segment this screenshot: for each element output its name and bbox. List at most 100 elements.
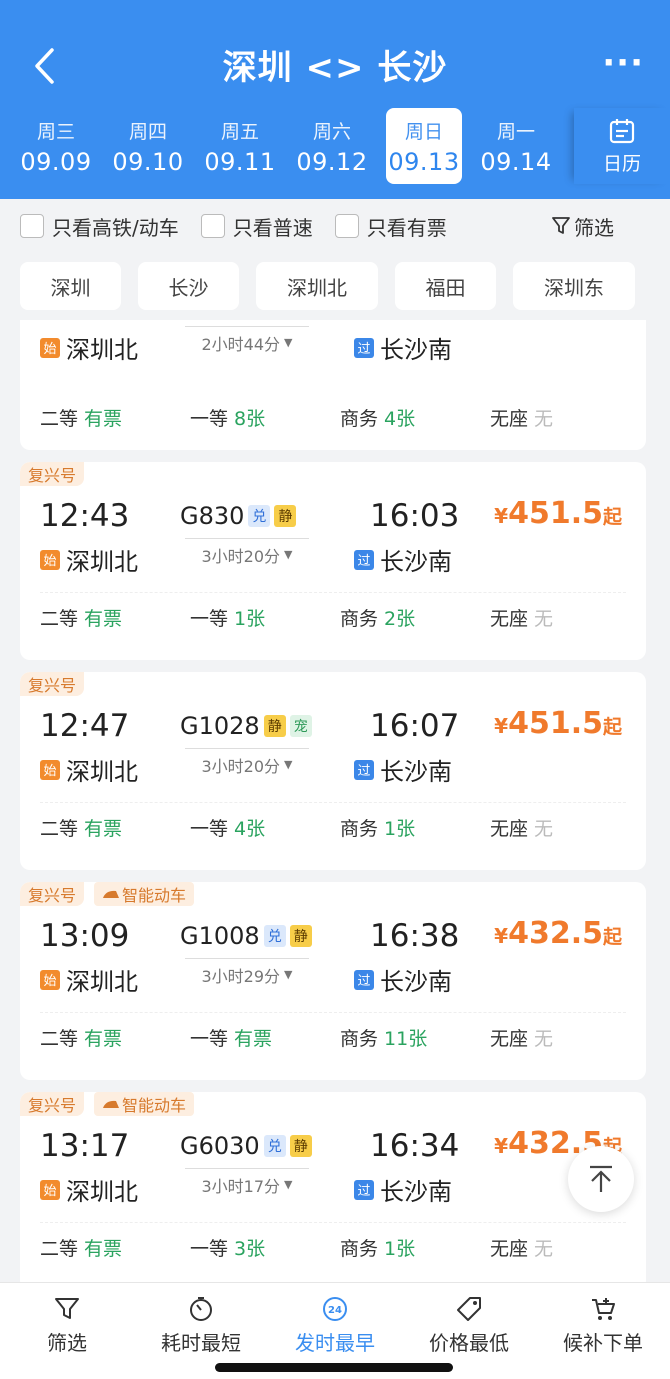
train-card[interactable]: 复兴号 12:47 G1028 静宠 16:07 ¥451.5起 始深圳北 3小时… xyxy=(20,672,646,870)
date-tab[interactable]: 周四 09.10 xyxy=(102,108,194,184)
badge-quiet: 静 xyxy=(263,715,286,737)
date-weekday: 周六 xyxy=(312,120,351,143)
price: ¥451.5起 xyxy=(494,496,622,531)
train-card[interactable]: 复兴号 智能动车 13:09 G1008 兑静 16:38 ¥432.5起 始深圳北… xyxy=(20,882,646,1080)
start-station-icon: 始 xyxy=(40,549,60,570)
date-tab-selected[interactable]: 周日 09.13 xyxy=(386,108,462,184)
price-value: 451.5 xyxy=(508,706,603,741)
train-number-text: G830 xyxy=(180,502,245,530)
train-number-text: G1028 xyxy=(180,712,260,740)
seat-second-class: 二等 有票 xyxy=(40,814,190,841)
price-currency: ¥ xyxy=(494,924,509,948)
price-currency: ¥ xyxy=(494,504,509,528)
train-icon xyxy=(103,1100,120,1108)
checkbox-box xyxy=(334,214,359,238)
date-tab[interactable]: 周三 09.09 xyxy=(10,108,102,184)
divider xyxy=(40,802,626,803)
price: ¥451.5起 xyxy=(494,706,622,741)
seat-availability: 二等 有票 一等 1张 商务 2张 无座无 xyxy=(40,604,640,631)
departure-station: 始深圳北 xyxy=(40,330,138,365)
departure-station: 始深圳北 xyxy=(40,962,138,997)
fuxing-tag: 复兴号 xyxy=(20,1092,85,1116)
chevron-down-icon: ▼ xyxy=(284,548,293,561)
station-chip[interactable]: 深圳 xyxy=(20,262,121,310)
train-card[interactable]: 复兴号 智能动车 13:17 G6030 兑静 16:34 ¥432.5起 始深圳北… xyxy=(20,1092,646,1282)
seat-label: 一等 xyxy=(190,408,229,430)
duration[interactable]: 3小时20分 ▼ xyxy=(185,538,309,570)
filter-high-speed-checkbox[interactable]: 只看高铁/动车 xyxy=(20,212,179,241)
date-value: 09.09 xyxy=(20,147,92,176)
filter-button[interactable]: 筛选 xyxy=(552,212,614,241)
price-currency: ¥ xyxy=(494,1134,509,1158)
arrival-station-name: 长沙南 xyxy=(380,968,452,996)
date-tab[interactable]: 周一 09.14 xyxy=(470,108,562,184)
station-chips: 深圳 长沙 深圳北 福田 深圳东 xyxy=(20,262,652,310)
station-chip[interactable]: 深圳北 xyxy=(256,262,378,310)
seat-second-class: 二等 有票 xyxy=(40,404,190,431)
date-value: 09.12 xyxy=(296,147,368,176)
date-value: 09.13 xyxy=(388,147,460,176)
filter-normal-checkbox[interactable]: 只看普速 xyxy=(200,212,313,241)
start-station-icon: 始 xyxy=(40,759,60,780)
duration[interactable]: 2小时44分 ▼ xyxy=(185,326,309,358)
station-chip[interactable]: 福田 xyxy=(395,262,496,310)
arrival-station: 过长沙南 xyxy=(354,752,452,787)
tag-row: 复兴号 智能动车 xyxy=(20,1092,195,1116)
more-menu-button[interactable]: ··· xyxy=(602,46,644,80)
calendar-button[interactable]: 日历 xyxy=(574,108,670,184)
funnel-icon xyxy=(552,217,570,234)
duration[interactable]: 3小时29分 ▼ xyxy=(185,958,309,990)
date-tab[interactable]: 周六 09.12 xyxy=(286,108,378,184)
price-tag-icon xyxy=(457,1297,481,1321)
bottom-nav-label: 候补下单 xyxy=(563,1331,643,1355)
divider xyxy=(40,592,626,593)
seat-label: 一等 xyxy=(190,1238,229,1260)
seat-standing: 无座无 xyxy=(490,404,640,431)
duration[interactable]: 3小时20分 ▼ xyxy=(185,748,309,780)
price-suffix: 起 xyxy=(602,506,622,528)
checkbox-box xyxy=(20,214,44,238)
checkbox-label: 只看普速 xyxy=(232,215,313,240)
filter-available-checkbox[interactable]: 只看有票 xyxy=(334,212,447,241)
seat-value: 有票 xyxy=(84,608,123,630)
train-number: G1028 静宠 xyxy=(180,712,312,740)
duration-text: 3小时29分 xyxy=(201,966,281,986)
departure-station-name: 深圳北 xyxy=(66,548,138,576)
pass-station-icon: 过 xyxy=(354,759,374,780)
badge-quiet: 静 xyxy=(289,1135,312,1157)
filter-button-label: 筛选 xyxy=(574,215,614,240)
scroll-to-top-button[interactable] xyxy=(568,1146,634,1212)
station-chip[interactable]: 深圳东 xyxy=(513,262,635,310)
bottom-nav-waitlist[interactable]: 候补下单 xyxy=(536,1283,670,1379)
seat-value: 无 xyxy=(534,408,554,430)
bottom-nav-filter[interactable]: 筛选 xyxy=(0,1283,134,1379)
date-tab[interactable]: 周五 09.11 xyxy=(194,108,286,184)
clock-icon xyxy=(190,1297,212,1321)
duration[interactable]: 3小时17分 ▼ xyxy=(185,1168,309,1200)
smart-emu-tag: 智能动车 xyxy=(94,882,195,906)
pass-station-icon: 过 xyxy=(354,969,374,990)
seat-value: 无 xyxy=(534,1238,554,1260)
duration-text: 3小时20分 xyxy=(201,756,281,776)
seat-label: 二等 xyxy=(40,608,79,630)
seat-value: 有票 xyxy=(84,1238,123,1260)
seat-business: 商务 11张 xyxy=(340,1024,490,1051)
cart-icon xyxy=(592,1298,615,1320)
seat-value: 2张 xyxy=(384,608,416,630)
price-suffix: 起 xyxy=(602,716,622,738)
seat-business: 商务 4张 xyxy=(340,404,490,431)
seat-label: 一等 xyxy=(190,818,229,840)
badge-pet: 宠 xyxy=(289,715,312,737)
bottom-nav-label: 价格最低 xyxy=(429,1331,509,1355)
train-number-text: G1008 xyxy=(180,922,260,950)
badge-exchange: 兑 xyxy=(248,505,271,527)
badge-exchange: 兑 xyxy=(263,925,286,947)
train-card[interactable]: 复兴号 12:43 G830 兑静 16:03 ¥451.5起 始深圳北 3小时2… xyxy=(20,462,646,660)
date-value: 09.10 xyxy=(112,147,184,176)
fuxing-tag: 复兴号 xyxy=(20,672,85,696)
train-card[interactable]: 始深圳北 2小时44分 ▼ 过长沙南 二等 有票 一等 8张 商务 4张 无座无 xyxy=(20,320,646,450)
seat-label: 一等 xyxy=(190,1028,229,1050)
station-chip[interactable]: 长沙 xyxy=(138,262,239,310)
train-number: G1008 兑静 xyxy=(180,922,312,950)
seat-second-class: 二等 有票 xyxy=(40,604,190,631)
